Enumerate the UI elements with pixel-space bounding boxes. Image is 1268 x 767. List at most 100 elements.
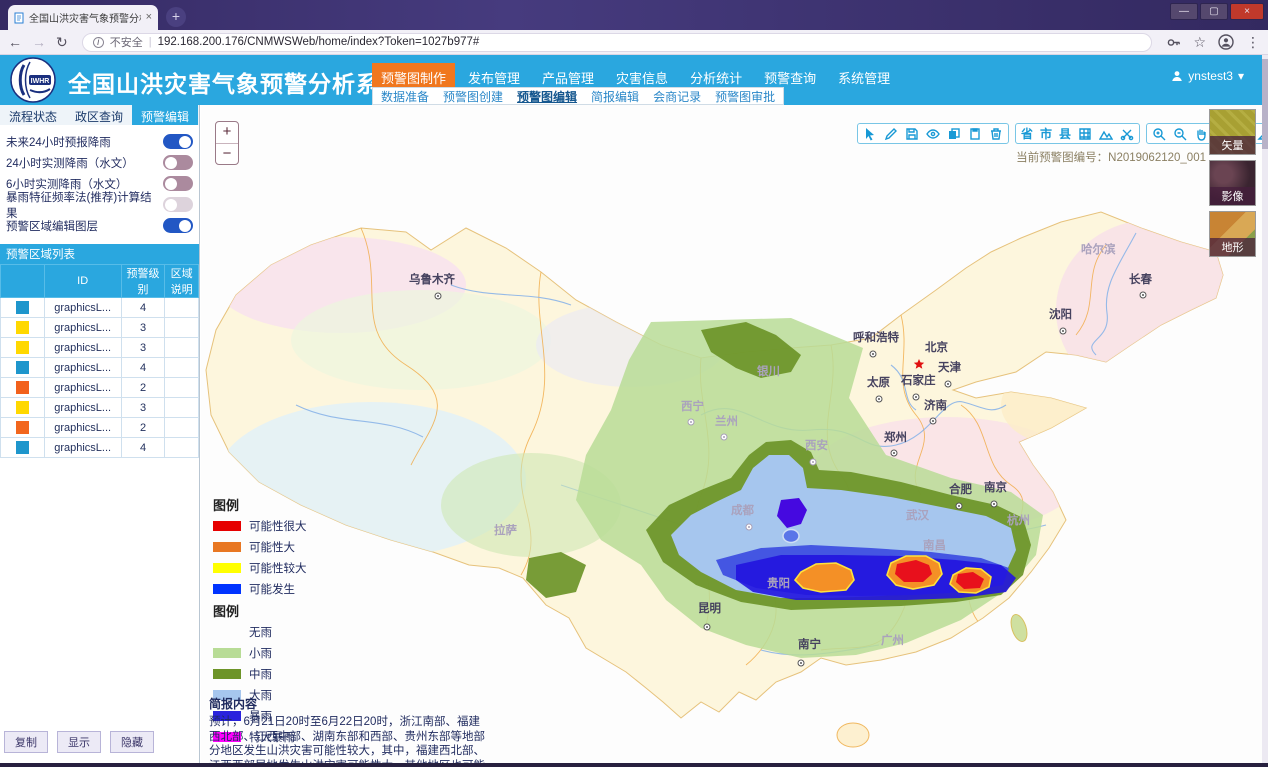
zoom-in-button[interactable]: + (216, 122, 238, 143)
new-tab-button[interactable]: + (166, 7, 186, 27)
city-select-button[interactable]: 市 (1040, 125, 1052, 142)
browser-tab[interactable]: 全国山洪灾害气象预警分析软件 × (8, 5, 158, 30)
bookmark-star-icon[interactable]: ☆ (1193, 35, 1206, 49)
zoom-in-icon[interactable] (1152, 127, 1166, 141)
row-color-cell (1, 438, 45, 458)
delete-trash-icon[interactable] (989, 127, 1003, 141)
row-id-cell[interactable]: graphicsL... (44, 338, 121, 358)
city-label: 西宁 (681, 399, 704, 413)
table-row[interactable]: graphicsL...3 (1, 318, 199, 338)
sidebar-tab-1[interactable]: 政区查询 (66, 105, 132, 125)
zoom-out-button[interactable]: − (216, 143, 238, 164)
user-icon (1171, 70, 1183, 82)
city-marker (891, 450, 897, 456)
county-select-button[interactable]: 县 (1059, 125, 1071, 142)
key-icon[interactable] (1166, 35, 1181, 50)
row-id-cell[interactable]: graphicsL... (44, 398, 121, 418)
submenu-item-5[interactable]: 预警图审批 (715, 88, 775, 105)
table-row[interactable]: graphicsL...3 (1, 338, 199, 358)
toggle-switch[interactable] (163, 218, 193, 233)
sidebar-button-2[interactable]: 隐藏 (110, 731, 154, 753)
basemap-layer-label: 影像 (1210, 187, 1255, 205)
table-col-1: ID (44, 265, 121, 298)
window-minimize-button[interactable]: — (1170, 3, 1198, 20)
toggle-label: 未来24小时预报降雨 (6, 134, 111, 150)
tab-favicon-icon (14, 12, 24, 24)
city-label: 昆明 (698, 601, 721, 615)
iwhr-logo: IWHR (10, 57, 56, 103)
toggle-switch[interactable] (163, 176, 193, 191)
browser-menu-icon[interactable]: ⋮ (1246, 35, 1260, 49)
preview-eye-icon[interactable] (926, 127, 940, 141)
city-label: 贵阳 (767, 576, 790, 590)
table-row[interactable]: graphicsL...2 (1, 378, 199, 398)
select-cursor-icon[interactable] (863, 127, 877, 141)
map-area[interactable]: 乌鲁木齐哈尔滨长春沈阳呼和浩特北京天津太原石家庄济南郑州银川西宁兰州西安合肥南京… (201, 105, 1268, 763)
zoom-out-icon[interactable] (1173, 127, 1187, 141)
url-text[interactable]: 192.168.200.176/CNMWSWeb/home/index?Toke… (158, 36, 480, 48)
profile-icon[interactable] (1218, 34, 1234, 50)
save-icon[interactable] (905, 127, 919, 141)
row-id-cell[interactable]: graphicsL... (44, 358, 121, 378)
warning-color-swatch (16, 401, 29, 414)
row-id-cell[interactable]: graphicsL... (44, 438, 121, 458)
submenu-item-4[interactable]: 会商记录 (653, 88, 701, 105)
sidebar-tab-2[interactable]: 预警编辑 (132, 105, 198, 125)
row-level-cell: 4 (121, 438, 165, 458)
basemap-layer-0[interactable]: 矢量 (1209, 109, 1256, 155)
paste-icon[interactable] (968, 127, 982, 141)
basemap-layer-2[interactable]: 地形 (1209, 211, 1256, 257)
row-id-cell[interactable]: graphicsL... (44, 418, 121, 438)
toggle-knob (165, 157, 177, 169)
submenu-item-0[interactable]: 数据准备 (381, 88, 429, 105)
row-desc-cell (165, 398, 199, 418)
sidebar-button-0[interactable]: 复制 (4, 731, 48, 753)
submenu-item-1[interactable]: 预警图创建 (443, 88, 503, 105)
layer-toggles: 未来24小时预报降雨24小时实测降雨（水文）6小时实测降雨（水文）暴雨特征频率法… (0, 125, 199, 238)
china-map[interactable]: 乌鲁木齐哈尔滨长春沈阳呼和浩特北京天津太原石家庄济南郑州银川西宁兰州西安合肥南京… (201, 105, 1268, 763)
table-row[interactable]: graphicsL...2 (1, 418, 199, 438)
pan-hand-icon[interactable] (1194, 127, 1208, 141)
sidebar-tab-0[interactable]: 流程状态 (0, 105, 66, 125)
forward-icon[interactable]: → (32, 35, 46, 49)
user-menu[interactable]: ynstest3 ▾ (1171, 69, 1244, 83)
submenu-item-2[interactable]: 预警图编辑 (517, 88, 577, 105)
info-icon[interactable]: i (93, 37, 104, 48)
table-col-3: 区域说明 (165, 265, 199, 298)
row-id-cell[interactable]: graphicsL... (44, 318, 121, 338)
city-marker (876, 396, 882, 402)
window-close-button[interactable]: × (1230, 3, 1264, 20)
grid-icon[interactable] (1078, 127, 1092, 141)
toggle-switch[interactable] (163, 155, 193, 170)
table-row[interactable]: graphicsL...4 (1, 298, 199, 318)
window-maximize-button[interactable]: ▢ (1200, 3, 1228, 20)
clip-scissors-icon[interactable] (1120, 127, 1134, 141)
scrollbar-thumb[interactable] (1262, 59, 1268, 149)
province-select-button[interactable]: 省 (1021, 125, 1033, 142)
row-id-cell[interactable]: graphicsL... (44, 298, 121, 318)
back-icon[interactable]: ← (8, 35, 22, 49)
tab-close-icon[interactable]: × (146, 12, 152, 23)
sidebar-button-1[interactable]: 显示 (57, 731, 101, 753)
basemap-layer-1[interactable]: 影像 (1209, 160, 1256, 206)
warning-color-swatch (16, 421, 29, 434)
toggle-switch[interactable] (163, 197, 193, 212)
toggle-switch[interactable] (163, 134, 193, 149)
legend-item: 小雨 (213, 645, 295, 661)
city-marker (435, 293, 441, 299)
current-map-number: 当前预警图编号：N2019062120_001 (1016, 149, 1206, 165)
draw-pencil-icon[interactable] (884, 127, 898, 141)
reload-icon[interactable]: ↻ (56, 35, 68, 49)
terrain-icon[interactable] (1099, 127, 1113, 141)
legend-swatch (213, 521, 241, 531)
address-bar[interactable]: i 不安全 | 192.168.200.176/CNMWSWeb/home/in… (82, 33, 1153, 52)
copy-icon[interactable] (947, 127, 961, 141)
menu-item-6[interactable]: 系统管理 (829, 63, 899, 92)
table-row[interactable]: graphicsL...3 (1, 398, 199, 418)
table-row[interactable]: graphicsL...4 (1, 358, 199, 378)
table-row[interactable]: graphicsL...4 (1, 438, 199, 458)
row-desc-cell (165, 298, 199, 318)
page-scrollbar[interactable] (1262, 55, 1268, 763)
row-id-cell[interactable]: graphicsL... (44, 378, 121, 398)
submenu-item-3[interactable]: 简报编辑 (591, 88, 639, 105)
